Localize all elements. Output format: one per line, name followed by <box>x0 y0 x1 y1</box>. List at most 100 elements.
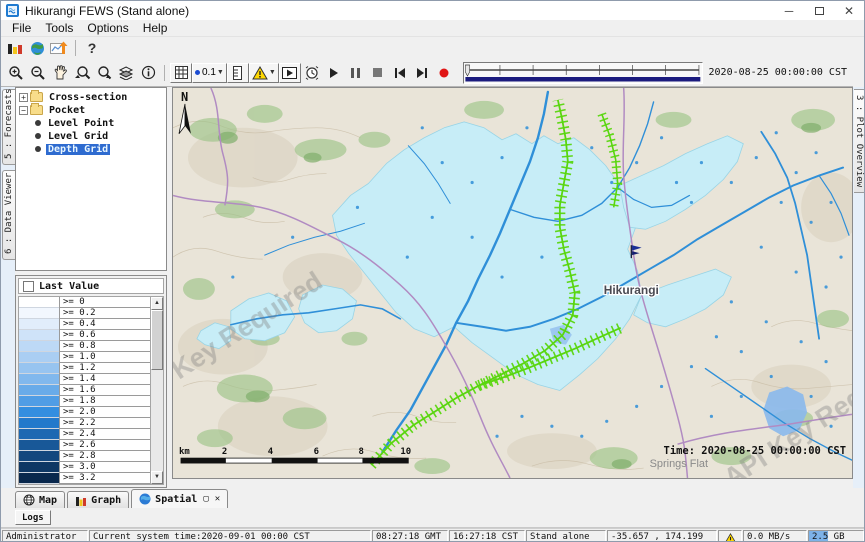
scroll-down-icon[interactable]: ▼ <box>151 471 163 484</box>
legend-scrollbar[interactable]: ▲ ▼ <box>150 297 163 484</box>
minimize-button[interactable]: ─ <box>774 2 804 20</box>
tree-node-label[interactable]: Pocket <box>47 105 87 116</box>
legend-row[interactable]: >= 2.2 <box>19 418 150 429</box>
maximize-panel-icon[interactable]: ▢ <box>203 494 208 504</box>
zoom-in-button[interactable] <box>5 63 27 83</box>
menu-file[interactable]: File <box>5 21 38 35</box>
record-button[interactable] <box>433 63 455 83</box>
legend-swatch <box>19 363 59 374</box>
menu-tools[interactable]: Tools <box>38 21 80 35</box>
database-viewer-button[interactable] <box>4 38 26 58</box>
logs-button[interactable]: Logs <box>15 510 51 525</box>
threshold-dot-icon <box>195 70 200 75</box>
legend-row[interactable]: >= 1.0 <box>19 352 150 363</box>
status-warning[interactable] <box>718 530 742 542</box>
legend-row[interactable]: >= 3.0 <box>19 462 150 473</box>
legend-row[interactable]: >= 3.2 <box>19 473 150 484</box>
close-button[interactable]: ✕ <box>834 2 864 20</box>
info-icon <box>141 65 156 80</box>
tab-map[interactable]: Map <box>15 491 65 508</box>
legend-body: >= 0>= 0.2>= 0.4>= 0.6>= 0.8>= 1.0>= 1.2… <box>18 296 164 485</box>
legend-row[interactable]: >= 1.2 <box>19 363 150 374</box>
longitudinal-profile-button[interactable] <box>227 63 249 83</box>
collapse-icon[interactable]: − <box>19 106 28 115</box>
legend-row[interactable]: >= 0.6 <box>19 330 150 341</box>
last-value-checkbox[interactable] <box>23 281 34 292</box>
legend-swatch <box>19 374 59 385</box>
expand-icon[interactable]: + <box>19 93 28 102</box>
tree-node-label[interactable]: Level Point <box>46 118 116 129</box>
svg-text:10: 10 <box>400 447 411 457</box>
legend-row[interactable]: >= 0.8 <box>19 341 150 352</box>
legend-row[interactable]: >= 1.6 <box>19 385 150 396</box>
area-label: Springs Flat <box>650 458 708 470</box>
legend-row[interactable]: >= 0.2 <box>19 308 150 319</box>
menu-help[interactable]: Help <box>136 21 175 35</box>
legend-row[interactable]: >= 1.8 <box>19 396 150 407</box>
tree-node-label[interactable]: Cross-section <box>47 92 129 103</box>
tab-graph[interactable]: Graph <box>67 491 129 508</box>
zoom-out-button[interactable] <box>27 63 49 83</box>
help-button[interactable]: ? <box>81 38 103 58</box>
legend-row[interactable]: >= 2.6 <box>19 440 150 451</box>
legend-row[interactable]: >= 2.0 <box>19 407 150 418</box>
legend-row[interactable]: >= 0.4 <box>19 319 150 330</box>
svg-text:2: 2 <box>222 447 227 457</box>
tab-spatial[interactable]: Spatial ▢ ✕ <box>131 489 228 508</box>
map-view[interactable]: API Key Required API Key Required N km 2… <box>172 87 853 479</box>
tab-plot-overview[interactable]: 3 : Plot Overview <box>854 89 865 193</box>
tree-node-depth-grid[interactable]: Depth Grid <box>19 143 166 155</box>
tree-node-pocket[interactable]: − Pocket <box>19 104 166 116</box>
legend-panel: Last Value >= 0>= 0.2>= 0.4>= 0.6>= 0.8>… <box>15 275 167 488</box>
tab-data-viewer[interactable]: 6 : Data Viewer <box>2 170 15 260</box>
warnings-dropdown[interactable]: ▼ <box>249 63 279 83</box>
scrollbar-thumb[interactable] <box>151 310 163 370</box>
legend-row[interactable]: >= 1.4 <box>19 374 150 385</box>
zoom-previous-button[interactable] <box>71 63 93 83</box>
tree-node-level-point[interactable]: Level Point <box>19 117 166 129</box>
scrollbar-track[interactable] <box>151 310 163 471</box>
status-coordinates: -35.657 , 174.199 <box>607 530 717 542</box>
legend-swatch <box>19 297 59 308</box>
menu-options[interactable]: Options <box>80 21 135 35</box>
pause-button[interactable] <box>345 63 367 83</box>
left-panel: + Cross-section − Pocket Level Point Lev… <box>15 87 167 488</box>
status-memory: 2.5 GB <box>808 530 864 542</box>
grid-display-button[interactable] <box>170 63 192 83</box>
stop-button[interactable] <box>367 63 389 83</box>
tab-forecasts[interactable]: 5 : Forecasts <box>2 89 15 165</box>
logs-row: Logs <box>1 508 864 528</box>
scroll-up-icon[interactable]: ▲ <box>151 297 163 310</box>
spatial-display-button[interactable] <box>48 38 70 58</box>
timeline-handle[interactable] <box>465 65 469 76</box>
zoom-next-button[interactable] <box>93 63 115 83</box>
play-button[interactable] <box>323 63 345 83</box>
maximize-button[interactable] <box>804 2 834 20</box>
close-panel-icon[interactable]: ✕ <box>215 494 220 504</box>
tree-node-label[interactable]: Level Grid <box>46 131 110 142</box>
step-backward-button[interactable] <box>389 63 411 83</box>
animation-display-button[interactable] <box>279 63 301 83</box>
legend-swatch <box>19 319 59 330</box>
timeline-slider[interactable] <box>463 62 703 84</box>
map-column: API Key Required API Key Required N km 2… <box>172 87 853 488</box>
legend-swatch <box>19 429 59 440</box>
map-canvas[interactable]: API Key Required API Key Required N km 2… <box>173 88 852 478</box>
tree-node-level-grid[interactable]: Level Grid <box>19 130 166 142</box>
timer-settings-button[interactable] <box>301 63 323 83</box>
pan-button[interactable] <box>49 63 71 83</box>
step-forward-button[interactable] <box>411 63 433 83</box>
map-display-button[interactable] <box>26 38 48 58</box>
value-threshold-dropdown[interactable]: 0.1 ▼ <box>192 63 227 83</box>
legend-row[interactable]: >= 2.8 <box>19 451 150 462</box>
legend-row[interactable]: >= 2.4 <box>19 429 150 440</box>
tree-node-label-selected[interactable]: Depth Grid <box>46 144 110 155</box>
legend-swatch <box>19 385 59 396</box>
layers-icon <box>118 66 134 80</box>
layers-button[interactable] <box>115 63 137 83</box>
zoom-next-icon <box>96 65 113 81</box>
legend-row[interactable]: >= 0 <box>19 297 150 308</box>
tree-node-cross-section[interactable]: + Cross-section <box>19 91 166 103</box>
info-button[interactable] <box>137 63 159 83</box>
title-bar: Hikurangi FEWS (Stand alone) ─ ✕ <box>1 1 864 20</box>
